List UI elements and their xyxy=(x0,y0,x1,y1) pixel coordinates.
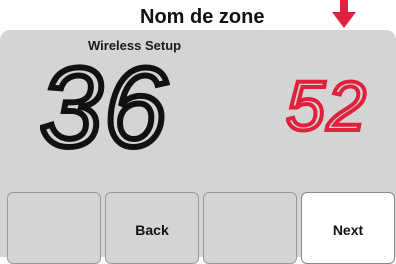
zone-name-callout: Nom de zone xyxy=(140,6,265,28)
zone-number-display: 52 xyxy=(286,74,368,136)
zone-number-text: 52 xyxy=(286,74,368,136)
screen-title: Wireless Setup xyxy=(88,38,182,53)
back-button-label: Back xyxy=(135,222,169,238)
back-button[interactable]: Back xyxy=(105,192,199,264)
next-button[interactable]: Next xyxy=(301,192,395,264)
softkey-bar: Back Next xyxy=(7,192,396,264)
next-button-label: Next xyxy=(332,222,364,238)
softkey-3[interactable] xyxy=(203,192,297,264)
down-arrow-icon xyxy=(332,0,356,28)
softkey-1[interactable] xyxy=(7,192,101,264)
main-value-text: 36 xyxy=(40,58,169,154)
main-value-display: 36 xyxy=(40,58,170,154)
